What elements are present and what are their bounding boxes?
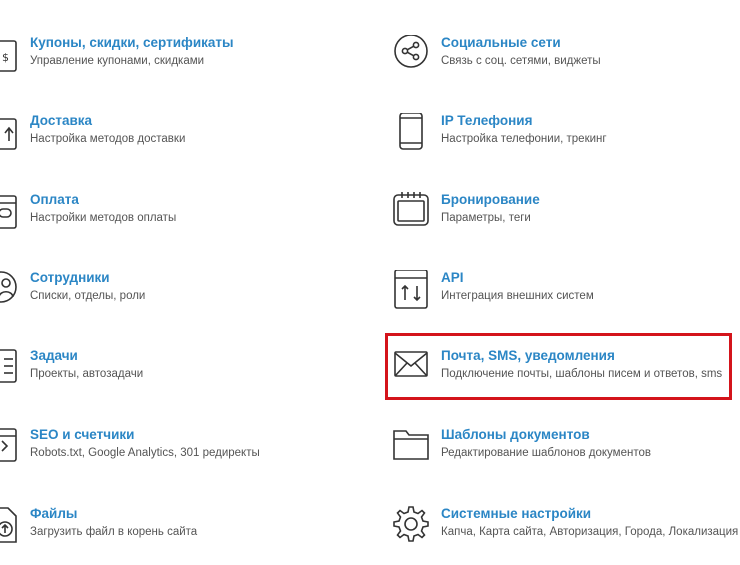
settings-item-desc: Управление купонами, скидками	[30, 55, 205, 67]
settings-item-title: IP Телефония	[441, 113, 533, 128]
highlight-box	[385, 333, 732, 400]
tasks-icon	[0, 348, 20, 392]
settings-item-ip-telephony[interactable]: IP Телефония Настройка телефонии, трекин…	[393, 113, 738, 157]
settings-item-social[interactable]: Социальные сети Связь с соц. сетями, вид…	[393, 35, 738, 79]
settings-item-desc: Настройка методов доставки	[30, 133, 186, 145]
settings-item-system[interactable]: Системные настройки Капча, Карта сайта, …	[393, 506, 738, 550]
settings-item-coupons[interactable]: $ Купоны, скидки, сертификаты Управление…	[0, 35, 342, 79]
payment-icon	[0, 192, 20, 236]
settings-item-title: Задачи	[30, 348, 78, 363]
settings-item-title: Сотрудники	[30, 270, 110, 285]
files-icon	[0, 506, 20, 550]
settings-item-files[interactable]: Файлы Загрузить файл в корень сайта	[0, 506, 342, 550]
settings-item-desc: Настройки методов оплаты	[30, 212, 177, 224]
settings-item-title: Системные настройки	[441, 506, 592, 521]
settings-item-title: Купоны, скидки, сертификаты	[30, 35, 234, 50]
settings-item-employees[interactable]: Сотрудники Списки, отделы, роли	[0, 270, 342, 314]
settings-item-delivery[interactable]: Доставка Настройка методов доставки	[0, 113, 342, 157]
settings-item-title: Шаблоны документов	[441, 427, 590, 442]
settings-item-desc: Параметры, теги	[441, 212, 531, 224]
api-icon	[393, 270, 431, 314]
settings-item-desc: Robots.txt, Google Analytics, 301 редире…	[30, 447, 260, 459]
coupon-icon: $	[0, 35, 20, 79]
settings-item-title: Социальные сети	[441, 35, 561, 50]
settings-item-document-templates[interactable]: Шаблоны документов Редактирование шаблон…	[393, 427, 738, 471]
phone-icon	[393, 113, 431, 157]
settings-item-title: Бронирование	[441, 192, 540, 207]
settings-item-desc: Интеграция внешних систем	[441, 290, 594, 302]
settings-item-desc: Редактирование шаблонов документов	[441, 447, 651, 459]
settings-item-title: SEO и счетчики	[30, 427, 135, 442]
calendar-icon	[393, 192, 431, 236]
settings-item-desc: Настройка телефонии, трекинг	[441, 133, 607, 145]
settings-item-seo[interactable]: SEO и счетчики Robots.txt, Google Analyt…	[0, 427, 342, 471]
settings-item-desc: Связь с соц. сетями, виджеты	[441, 55, 601, 67]
settings-item-title: API	[441, 270, 464, 285]
svg-text:$: $	[2, 51, 9, 64]
settings-item-title: Файлы	[30, 506, 78, 521]
settings-item-desc: Проекты, автозадачи	[30, 368, 144, 380]
settings-item-booking[interactable]: Бронирование Параметры, теги	[393, 192, 738, 236]
settings-page: $ Купоны, скидки, сертификаты Управление…	[0, 0, 740, 565]
employees-icon	[0, 270, 20, 314]
delivery-icon	[0, 113, 20, 157]
folder-icon	[393, 427, 431, 471]
seo-icon	[0, 427, 20, 471]
settings-item-payment[interactable]: Оплата Настройки методов оплаты	[0, 192, 342, 236]
settings-item-desc: Списки, отделы, роли	[30, 290, 146, 302]
share-icon	[393, 35, 431, 79]
settings-item-desc: Капча, Карта сайта, Авторизация, Города,…	[441, 526, 739, 538]
settings-item-tasks[interactable]: Задачи Проекты, автозадачи	[0, 348, 342, 392]
settings-item-desc: Загрузить файл в корень сайта	[30, 526, 198, 538]
settings-item-api[interactable]: API Интеграция внешних систем	[393, 270, 738, 314]
settings-item-title: Доставка	[30, 113, 93, 128]
gear-icon	[393, 506, 431, 550]
settings-item-title: Оплата	[30, 192, 79, 207]
